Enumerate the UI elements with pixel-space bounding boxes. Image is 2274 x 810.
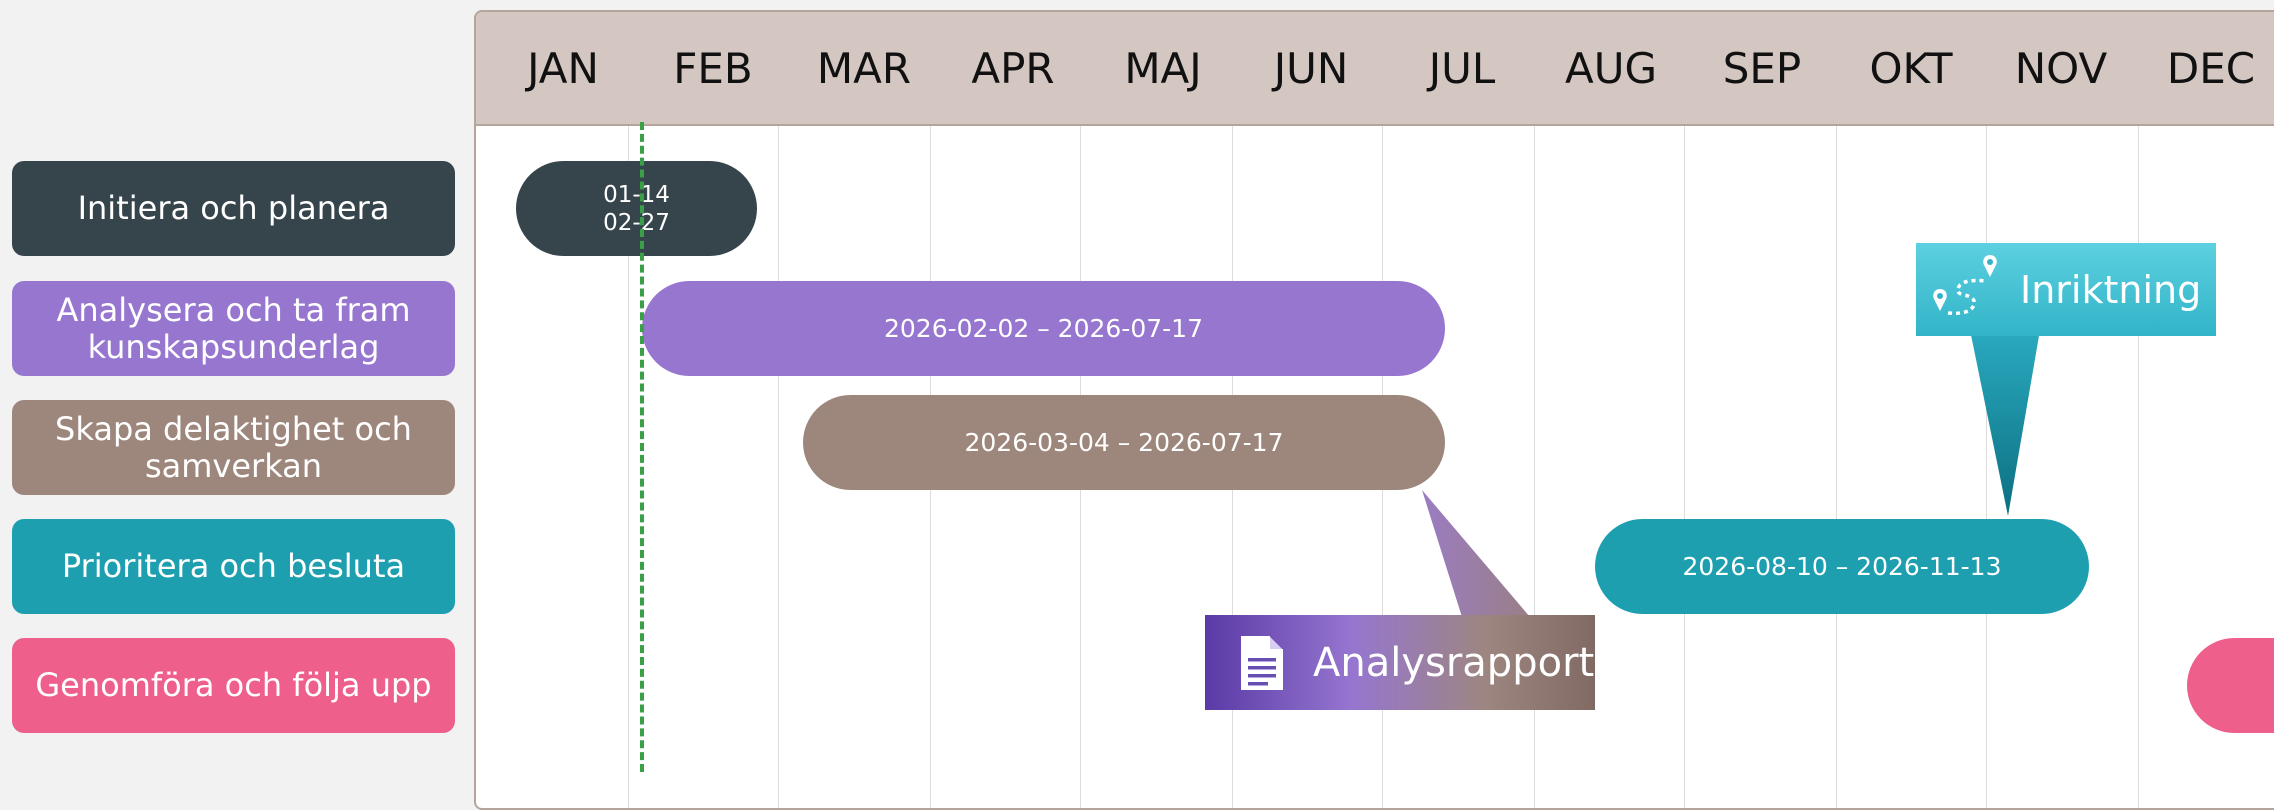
gridline <box>1684 126 1685 808</box>
gantt-bar-genomfora[interactable] <box>2187 638 2274 733</box>
analysrapport-pointer <box>1422 490 1530 617</box>
month-header: JAN FEB MAR APR MAJ JUN JUL AUG SEP OKT … <box>476 12 2274 126</box>
gridline <box>1836 126 1837 808</box>
today-marker-line <box>640 122 644 772</box>
row-label-text: Initiera och planera <box>77 189 390 227</box>
month-sep: SEP <box>1722 43 1802 93</box>
bar-start-date: 01-14 <box>603 181 670 208</box>
bar-date-range: 2026-03-04 – 2026-07-17 <box>964 428 1284 457</box>
month-jun: JUN <box>1273 43 1349 93</box>
row-label-text: Prioritera och besluta <box>61 547 406 585</box>
row-label-text: Skapa delaktighet och samverkan <box>55 409 412 485</box>
bar-end-date: 02-27 <box>603 209 670 236</box>
row-label-genomfora[interactable]: Genomföra och följa upp <box>12 638 455 733</box>
month-jul: JUL <box>1428 43 1496 93</box>
gantt-bar-analysera[interactable]: 2026-02-02 – 2026-07-17 <box>642 281 1445 376</box>
month-apr: APR <box>971 43 1055 93</box>
milestone-analysrapport[interactable]: Analysrapport <box>1205 615 1595 710</box>
document-icon <box>1241 635 1283 690</box>
month-maj: MAJ <box>1124 43 1202 93</box>
month-okt: OKT <box>1869 43 1953 93</box>
row-label-skapa[interactable]: Skapa delaktighet och samverkan <box>12 400 455 495</box>
bar-date-range: 2026-02-02 – 2026-07-17 <box>884 314 1203 343</box>
bar-date-range: 2026-08-10 – 2026-11-13 <box>1682 552 2002 581</box>
inriktning-pointer <box>1970 330 2040 516</box>
month-jan: JAN <box>527 43 599 93</box>
gantt-bar-initiera[interactable]: 01-14 02-27 <box>516 161 757 256</box>
month-dec: DEC <box>2166 43 2256 93</box>
row-label-initiera[interactable]: Initiera och planera <box>12 161 455 256</box>
month-feb: FEB <box>673 43 753 93</box>
row-label-analysera[interactable]: Analysera och ta fram kunskapsunderlag <box>12 281 455 376</box>
month-aug: AUG <box>1564 43 1658 93</box>
milestone-label: Inriktning <box>2020 267 2202 312</box>
row-label-text: Genomföra och följa upp <box>35 666 432 704</box>
route-icon <box>1933 254 1997 315</box>
gridline <box>778 126 779 808</box>
month-nov: NOV <box>2014 43 2108 93</box>
gridline <box>2138 126 2139 808</box>
gantt-bar-prioritera[interactable]: 2026-08-10 – 2026-11-13 <box>1595 519 2089 614</box>
month-mar: MAR <box>816 43 912 93</box>
row-label-text: Analysera och ta fram kunskapsunderlag <box>56 290 411 366</box>
gantt-bar-skapa[interactable]: 2026-03-04 – 2026-07-17 <box>803 395 1445 490</box>
row-label-prioritera[interactable]: Prioritera och besluta <box>12 519 455 614</box>
milestone-label: Analysrapport <box>1313 639 1595 686</box>
milestone-inriktning[interactable]: Inriktning <box>1916 243 2216 336</box>
